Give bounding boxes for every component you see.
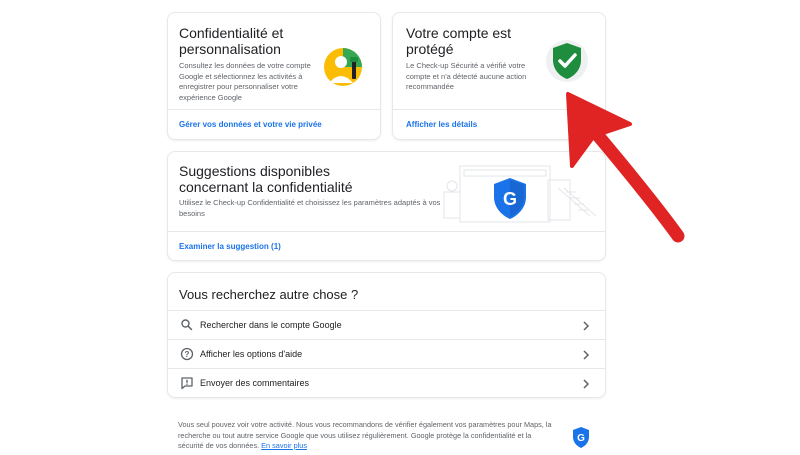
feedback-icon [180, 376, 194, 390]
google-shield-small-icon: G [571, 426, 591, 450]
red-arrow-annotation [550, 84, 700, 254]
learn-more-link[interactable]: En savoir plus [261, 441, 307, 450]
review-suggestion-link[interactable]: Examiner la suggestion (1) [179, 242, 281, 251]
send-feedback-label: Envoyer des commentaires [200, 378, 310, 388]
suggestions-card-title: Suggestions disponibles concernant la co… [179, 163, 353, 195]
search-help-card: Vous recherchez autre chose ? Rechercher… [167, 272, 606, 398]
chevron-right-icon [581, 319, 591, 331]
manage-data-privacy-link[interactable]: Gérer vos données et votre vie privée [179, 120, 322, 129]
suggestions-card: Suggestions disponibles concernant la co… [167, 151, 606, 261]
svg-text:?: ? [185, 350, 190, 359]
svg-text:G: G [577, 433, 585, 444]
shield-check-icon [545, 37, 589, 85]
svg-text:G: G [503, 189, 517, 209]
privacy-illustration-icon [321, 45, 365, 89]
show-details-link[interactable]: Afficher les détails [406, 120, 477, 129]
privacy-card-title: Confidentialité et personnalisation [179, 25, 284, 57]
security-card-description: Le Check-up Sécurité a vérifié votre com… [406, 61, 527, 91]
send-feedback-row[interactable]: Envoyer des commentaires [168, 368, 605, 397]
footer-info: Vous seul pouvez voir votre activité. No… [178, 420, 558, 452]
search-icon [180, 318, 194, 332]
privacy-card-divider [168, 109, 380, 110]
suggestions-card-divider [168, 231, 605, 232]
footer-text: Vous seul pouvez voir votre activité. No… [178, 420, 552, 450]
help-options-label: Afficher les options d'aide [200, 349, 303, 359]
search-account-label: Rechercher dans le compte Google [200, 320, 342, 330]
help-options-row[interactable]: ? Afficher les options d'aide [168, 339, 605, 368]
suggestions-card-description: Utilisez le Check-up Confidentialité et … [179, 198, 441, 218]
chevron-right-icon [581, 377, 591, 389]
help-icon: ? [180, 347, 194, 361]
search-help-card-title: Vous recherchez autre chose ? [179, 287, 359, 302]
privacy-card-description: Consultez les données de votre compte Go… [179, 61, 311, 102]
security-card-title: Votre compte est protégé [406, 25, 512, 57]
privacy-card: Confidentialité et personnalisation Cons… [167, 12, 381, 140]
chevron-right-icon [581, 348, 591, 360]
google-shield-icon: G [490, 176, 530, 222]
search-account-row[interactable]: Rechercher dans le compte Google [168, 310, 605, 339]
